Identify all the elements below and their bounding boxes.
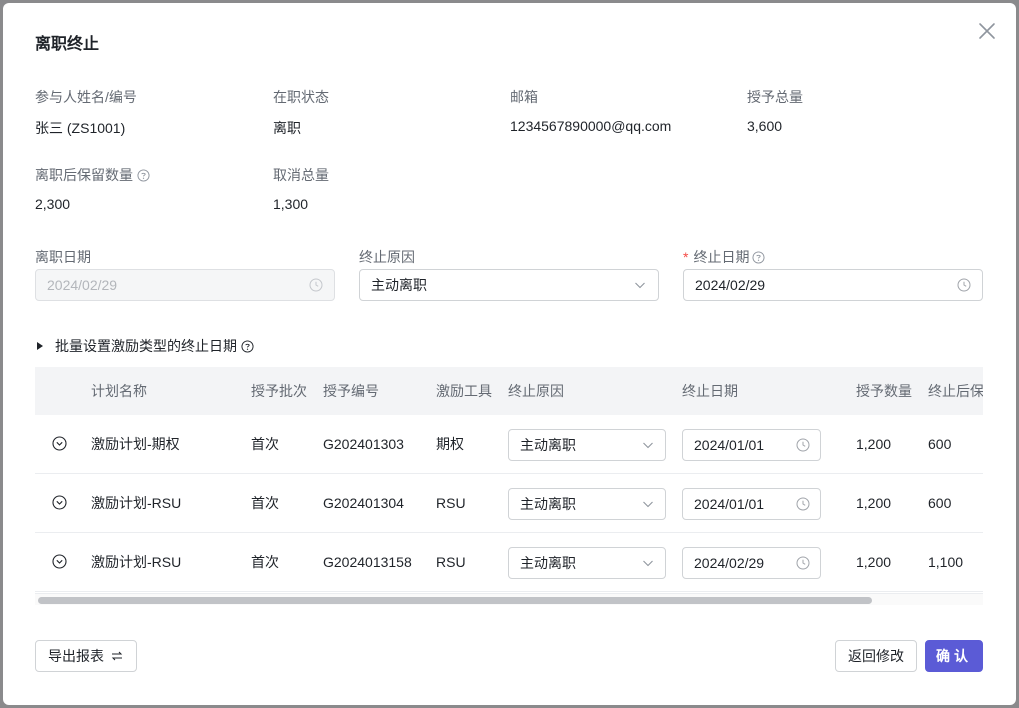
swap-icon — [111, 651, 123, 661]
row-reason-value: 主动离职 — [520, 437, 576, 453]
row-date-value: 2024/01/01 — [694, 437, 765, 453]
email-value: 1234567890000@qq.com — [510, 118, 672, 134]
grant-total-label: 授予总量 — [747, 89, 803, 105]
row-date-value: 2024/02/29 — [694, 555, 765, 571]
th-grant-no: 授予编号 — [323, 383, 379, 399]
cancel-total-value: 1,300 — [273, 196, 309, 212]
retained-label-text: 离职后保留数量 — [35, 167, 133, 183]
cell-retained: 600 — [928, 436, 952, 452]
status-value: 离职 — [273, 120, 301, 136]
row-date-value: 2024/01/01 — [694, 496, 765, 512]
row-reason-select[interactable]: 主动离职 — [508, 547, 666, 579]
leave-date-value: 2024/02/29 — [47, 277, 118, 293]
retained-value: 2,300 — [35, 196, 71, 212]
leave-date-label: 离职日期 — [35, 249, 91, 265]
grants-table: 计划名称 授予批次 授予编号 激励工具 终止原因 终止日期 授予数量 终止后保留… — [35, 367, 983, 605]
status-label: 在职状态 — [273, 89, 329, 105]
th-plan: 计划名称 — [91, 383, 147, 399]
expand-circle-icon[interactable] — [52, 495, 67, 510]
clock-icon — [796, 556, 810, 570]
close-icon[interactable] — [975, 19, 999, 43]
clock-icon — [957, 278, 971, 292]
cell-tool: 期权 — [436, 436, 464, 452]
required-mark: * — [683, 249, 689, 265]
row-date-picker[interactable]: 2024/02/29 — [682, 547, 821, 579]
end-date-label: * 终止日期 — [683, 247, 765, 267]
row-date-picker[interactable]: 2024/01/01 — [682, 429, 821, 461]
cell-qty: 1,200 — [856, 495, 892, 511]
cell-qty: 1,200 — [856, 554, 892, 570]
cell-tool: RSU — [436, 554, 466, 570]
clock-icon — [309, 278, 323, 292]
termination-modal: 离职终止 参与人姓名/编号 张三 (ZS1001) 在职状态 离职 邮箱 123… — [3, 3, 1016, 705]
expand-circle-icon[interactable] — [52, 554, 67, 569]
th-qty: 授予数量 — [856, 383, 912, 399]
batch-label: 批量设置激励类型的终止日期 — [55, 338, 237, 354]
row-reason-select[interactable]: 主动离职 — [508, 488, 666, 520]
cell-grant-no: G2024013158 — [323, 554, 412, 570]
confirm-label: 确认 — [936, 648, 972, 664]
chevron-down-icon — [635, 282, 645, 289]
reason-select[interactable]: 主动离职 — [359, 269, 659, 301]
expand-circle-icon[interactable] — [52, 436, 67, 451]
retained-label: 离职后保留数量 — [35, 165, 150, 185]
cell-batch: 首次 — [251, 436, 279, 452]
end-date-picker[interactable]: 2024/02/29 — [683, 269, 983, 301]
leave-date-field: 2024/02/29 — [35, 269, 335, 301]
back-modify-button[interactable]: 返回修改 — [835, 640, 917, 672]
table-row: 激励计划-RSU 首次 G202401304 RSU 主动离职 2024/01/… — [35, 474, 983, 533]
help-icon[interactable] — [241, 339, 254, 353]
email-label: 邮箱 — [510, 89, 538, 105]
scrollbar-thumb[interactable] — [38, 597, 872, 604]
cell-retained: 600 — [928, 495, 952, 511]
cell-plan: 激励计划-期权 — [91, 436, 180, 452]
row-date-picker[interactable]: 2024/01/01 — [682, 488, 821, 520]
reason-label: 终止原因 — [359, 249, 415, 265]
batch-end-date-toggle[interactable]: 批量设置激励类型的终止日期 — [35, 336, 254, 356]
participant-value: 张三 (ZS1001) — [35, 120, 126, 136]
row-reason-select[interactable]: 主动离职 — [508, 429, 666, 461]
th-tool: 激励工具 — [436, 383, 492, 399]
end-date-value: 2024/02/29 — [695, 277, 766, 293]
help-icon[interactable] — [752, 250, 765, 264]
horizontal-scrollbar[interactable] — [35, 593, 983, 605]
clock-icon — [796, 438, 810, 452]
cell-batch: 首次 — [251, 554, 279, 570]
caret-right-icon — [37, 342, 43, 350]
cell-grant-no: G202401303 — [323, 436, 404, 452]
table-header: 计划名称 授予批次 授予编号 激励工具 终止原因 终止日期 授予数量 终止后保留 — [35, 367, 983, 415]
help-icon[interactable] — [137, 168, 150, 182]
cell-batch: 首次 — [251, 495, 279, 511]
th-retained: 终止后保留 — [928, 383, 983, 399]
chevron-down-icon — [643, 560, 653, 567]
clock-icon — [796, 497, 810, 511]
cell-qty: 1,200 — [856, 436, 892, 452]
cell-grant-no: G202401304 — [323, 495, 404, 511]
reason-value: 主动离职 — [371, 277, 427, 293]
end-date-label-text: 终止日期 — [693, 249, 750, 265]
row-reason-value: 主动离职 — [520, 555, 576, 571]
confirm-button[interactable]: 确认 — [925, 640, 983, 672]
th-reason: 终止原因 — [508, 383, 564, 399]
participant-label: 参与人姓名/编号 — [35, 89, 137, 105]
cell-retained: 1,100 — [928, 554, 964, 570]
cell-plan: 激励计划-RSU — [91, 495, 182, 511]
export-report-button[interactable]: 导出报表 — [35, 640, 137, 672]
chevron-down-icon — [643, 442, 653, 449]
row-reason-value: 主动离职 — [520, 496, 576, 512]
cell-plan: 激励计划-RSU — [91, 554, 182, 570]
grant-total-value: 3,600 — [747, 118, 783, 134]
export-label: 导出报表 — [48, 648, 104, 664]
cell-tool: RSU — [436, 495, 466, 511]
back-label: 返回修改 — [848, 648, 904, 664]
th-batch: 授予批次 — [251, 383, 307, 399]
th-date: 终止日期 — [682, 383, 738, 399]
table-row: 激励计划-RSU 首次 G2024013158 RSU 主动离职 2024/02… — [35, 533, 983, 592]
table-row: 激励计划-期权 首次 G202401303 期权 主动离职 2024/01/01… — [35, 415, 983, 474]
chevron-down-icon — [643, 501, 653, 508]
modal-title: 离职终止 — [35, 36, 100, 53]
cancel-total-label: 取消总量 — [273, 167, 329, 183]
